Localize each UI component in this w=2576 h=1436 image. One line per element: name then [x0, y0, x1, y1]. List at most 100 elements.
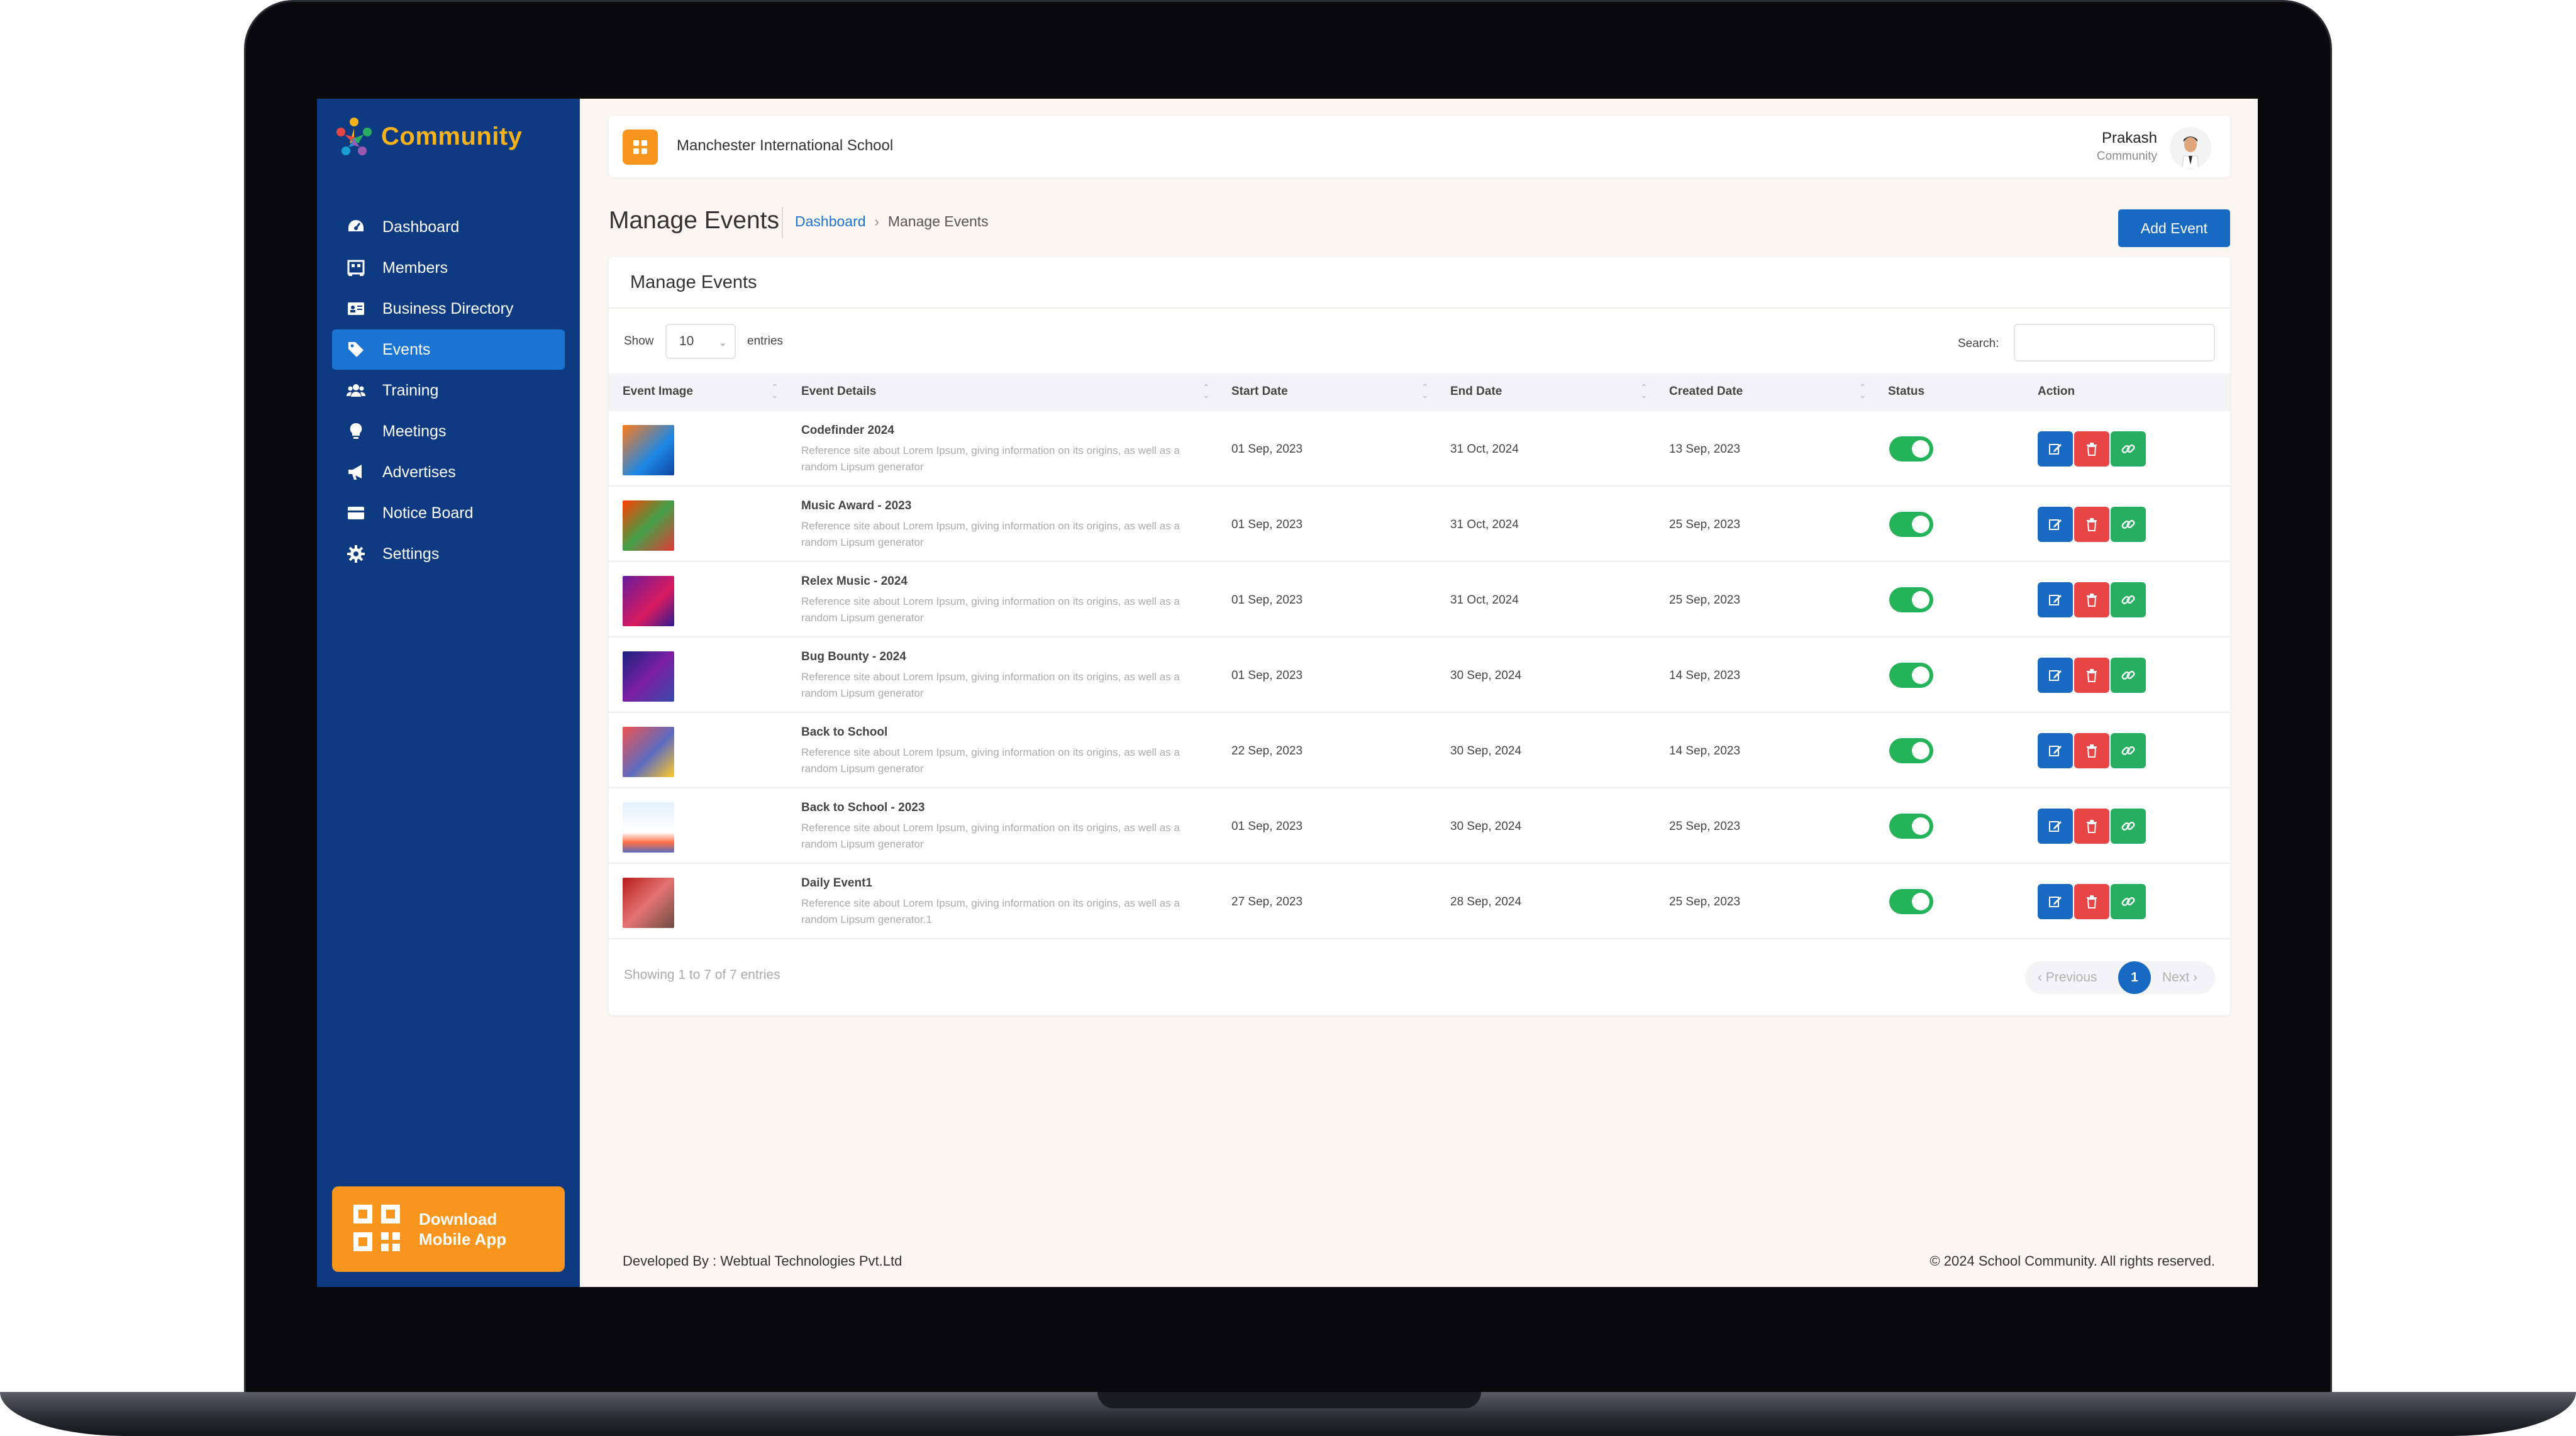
sidebar-nav: Dashboard Members Business Directory Eve… [332, 207, 565, 575]
event-title: Relex Music - 2024 [801, 575, 908, 588]
event-image [623, 576, 674, 626]
link-icon [2121, 746, 2135, 755]
column-event-image[interactable]: Event Image [623, 385, 693, 399]
event-description: Reference site about Lorem Ipsum, giving… [801, 897, 1180, 925]
column-event-details[interactable]: Event Details [801, 385, 876, 399]
link-button[interactable] [2111, 733, 2146, 768]
edit-button[interactable] [2038, 733, 2073, 768]
status-toggle[interactable] [1889, 738, 1933, 763]
column-start-date[interactable]: Start Date [1231, 385, 1288, 399]
edit-button[interactable] [2038, 884, 2073, 919]
breadcrumb-dashboard-link[interactable]: Dashboard [795, 213, 866, 230]
link-button[interactable] [2111, 884, 2146, 919]
sort-icon[interactable]: ⌃ ⌄ [771, 383, 779, 399]
sort-icon[interactable]: ⌃ ⌄ [1640, 383, 1648, 399]
sidebar-item-dashboard[interactable]: Dashboard [332, 207, 565, 247]
add-event-button[interactable]: Add Event [2118, 209, 2230, 247]
link-button[interactable] [2111, 431, 2146, 467]
sort-icon[interactable]: ⌃ ⌄ [1421, 383, 1429, 399]
avatar[interactable] [2170, 127, 2211, 168]
delete-button[interactable] [2074, 431, 2109, 467]
sort-icon[interactable]: ⌃ ⌄ [1859, 383, 1867, 399]
created-date: 25 Sep, 2023 [1669, 820, 1741, 833]
delete-button[interactable] [2074, 733, 2109, 768]
status-toggle[interactable] [1889, 512, 1933, 537]
sidebar-item-settings[interactable]: Settings [332, 534, 565, 574]
download-app-button[interactable]: Download Mobile App [332, 1186, 565, 1272]
start-date: 01 Sep, 2023 [1231, 820, 1303, 833]
end-date: 31 Oct, 2024 [1450, 443, 1519, 456]
sidebar-item-advertises[interactable]: Advertises [332, 452, 565, 492]
event-image [623, 878, 674, 928]
search-input[interactable] [2014, 324, 2215, 362]
column-end-date[interactable]: End Date [1450, 385, 1502, 399]
event-title: Bug Bounty - 2024 [801, 650, 906, 663]
link-icon [2121, 822, 2135, 831]
status-toggle[interactable] [1889, 587, 1933, 612]
sidebar-item-events[interactable]: Events [332, 329, 565, 370]
sidebar-item-label: Training [382, 381, 439, 399]
sort-icon[interactable]: ⌃ ⌄ [1202, 383, 1210, 399]
table-info: Showing 1 to 7 of 7 entries [624, 968, 780, 982]
event-title: Back to School - 2023 [801, 801, 925, 814]
status-toggle[interactable] [1889, 889, 1933, 914]
table-row: Music Award - 2023 Reference site about … [609, 487, 2230, 562]
edit-button[interactable] [2038, 809, 2073, 844]
card-title: Manage Events [630, 272, 757, 292]
link-icon [2121, 520, 2135, 529]
previous-page-button[interactable]: ‹ Previous [2038, 970, 2097, 985]
start-date: 27 Sep, 2023 [1231, 895, 1303, 909]
trash-icon [2087, 594, 2097, 607]
column-created-date[interactable]: Created Date [1669, 385, 1743, 399]
edit-icon [2049, 519, 2062, 530]
end-date: 31 Oct, 2024 [1450, 518, 1519, 531]
sidebar-item-label: Notice Board [382, 504, 474, 522]
footer-copyright: © 2024 School Community. All rights rese… [1929, 1253, 2215, 1269]
card-divider [609, 307, 2230, 309]
link-button[interactable] [2111, 507, 2146, 542]
sidebar-item-meetings[interactable]: Meetings [332, 411, 565, 451]
link-icon [2121, 671, 2135, 680]
brand-name: Community [381, 122, 523, 150]
pagination: ‹ Previous 1 Next › [2025, 961, 2215, 994]
delete-button[interactable] [2074, 507, 2109, 542]
link-button[interactable] [2111, 658, 2146, 693]
brand[interactable]: Community [333, 111, 523, 162]
delete-button[interactable] [2074, 884, 2109, 919]
status-toggle[interactable] [1889, 814, 1933, 839]
sidebar-item-notice-board[interactable]: Notice Board [332, 493, 565, 533]
next-page-button[interactable]: Next › [2162, 970, 2197, 985]
status-toggle[interactable] [1889, 436, 1933, 461]
sidebar-item-label: Dashboard [382, 218, 460, 236]
link-button[interactable] [2111, 809, 2146, 844]
edit-button[interactable] [2038, 431, 2073, 467]
event-title: Back to School [801, 726, 888, 739]
top-header: Manchester International School Prakash … [609, 116, 2230, 177]
edit-button[interactable] [2038, 658, 2073, 693]
sidebar-item-business-directory[interactable]: Business Directory [332, 289, 565, 329]
board-icon [346, 503, 366, 523]
download-text: Download Mobile App [419, 1210, 507, 1249]
status-toggle[interactable] [1889, 663, 1933, 688]
start-date: 22 Sep, 2023 [1231, 744, 1303, 758]
start-date: 01 Sep, 2023 [1231, 518, 1303, 531]
sidebar-item-members[interactable]: Members [332, 248, 565, 288]
edit-button[interactable] [2038, 507, 2073, 542]
table-row: Relex Music - 2024 Reference site about … [609, 562, 2230, 638]
created-date: 25 Sep, 2023 [1669, 895, 1741, 909]
table-header: Event Image ⌃ ⌄ Event Details ⌃ ⌄ Start Da… [609, 373, 2230, 411]
entries-select[interactable]: 10 ⌄ [665, 324, 736, 359]
sidebar-item-label: Advertises [382, 463, 456, 481]
event-description: Reference site about Lorem Ipsum, giving… [801, 746, 1180, 775]
sidebar-item-training[interactable]: Training [332, 370, 565, 411]
screen: Community Dashboard Members Business Dir… [317, 99, 2258, 1287]
delete-button[interactable] [2074, 658, 2109, 693]
qr-code-icon [352, 1203, 401, 1256]
link-button[interactable] [2111, 582, 2146, 617]
delete-button[interactable] [2074, 582, 2109, 617]
end-date: 30 Sep, 2024 [1450, 820, 1522, 833]
school-icon[interactable] [623, 130, 658, 165]
delete-button[interactable] [2074, 809, 2109, 844]
page-1-button[interactable]: 1 [2118, 961, 2151, 994]
edit-button[interactable] [2038, 582, 2073, 617]
